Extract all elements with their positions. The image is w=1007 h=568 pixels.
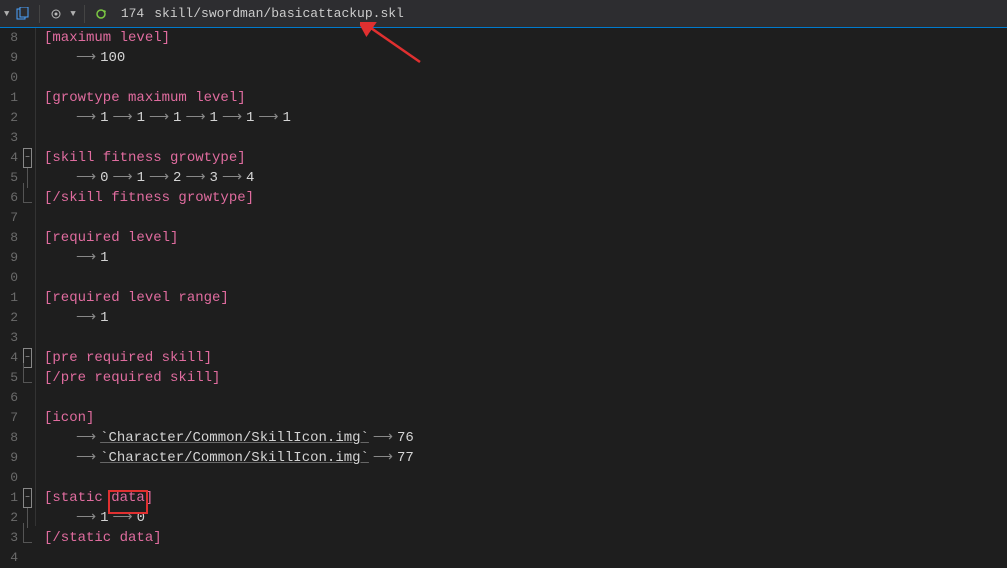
fold-marker: [20, 288, 35, 308]
settings-icon[interactable]: [48, 6, 64, 22]
arrow-icon: ⟶: [222, 170, 242, 186]
value: 1: [100, 110, 108, 126]
arrow-icon: ⟶: [76, 510, 96, 526]
toolbar-separator: [84, 5, 85, 23]
tag: [required level]: [44, 230, 178, 246]
arrow-icon: ⟶: [222, 110, 242, 126]
arrow-icon: ⟶: [76, 170, 96, 186]
fold-marker: [20, 408, 35, 428]
fold-marker: [20, 328, 35, 348]
line-gutter: 890123456789012345678901234: [0, 28, 20, 526]
fold-marker: [20, 48, 35, 68]
toolbar: ▼ ▼ 174 skill/swordman/basicattackup.skl: [0, 0, 1007, 28]
fold-marker: [20, 228, 35, 248]
value: 3: [210, 170, 218, 186]
arrow-icon: ⟶: [76, 50, 96, 66]
value: 2: [173, 170, 181, 186]
fold-marker: [20, 388, 35, 408]
value: 0: [137, 510, 145, 526]
fold-marker: [20, 208, 35, 228]
tag: [pre required skill]: [44, 350, 212, 366]
line-number: 174: [121, 6, 144, 21]
arrow-icon: ⟶: [373, 430, 393, 446]
arrow-icon: ⟶: [76, 250, 96, 266]
fold-marker: [20, 268, 35, 288]
code-area[interactable]: [maximum level] ⟶100 [growtype maximum l…: [36, 28, 1007, 526]
value: 76: [397, 430, 414, 446]
value: 1: [210, 110, 218, 126]
editor[interactable]: 890123456789012345678901234 −−− [maximum…: [0, 28, 1007, 526]
fold-marker: [20, 528, 35, 548]
fold-marker: [20, 68, 35, 88]
fold-marker: [20, 448, 35, 468]
tag: [required level range]: [44, 290, 229, 306]
tag: [/pre required skill]: [44, 370, 220, 386]
fold-marker: [20, 108, 35, 128]
fold-marker: [20, 548, 35, 568]
fold-marker: [20, 368, 35, 388]
value: 0: [100, 170, 108, 186]
tag: [growtype maximum level]: [44, 90, 246, 106]
toolbar-separator: [39, 5, 40, 23]
arrow-icon: ⟶: [76, 430, 96, 446]
fold-marker: [20, 428, 35, 448]
fold-marker: [20, 248, 35, 268]
arrow-icon: ⟶: [149, 170, 169, 186]
value: 100: [100, 50, 125, 66]
icon-path: `Character/Common/SkillIcon.img`: [100, 430, 369, 446]
value: 1: [137, 110, 145, 126]
tag: [skill fitness growtype]: [44, 150, 246, 166]
tag: [static data]: [44, 490, 153, 506]
value: 1: [283, 110, 291, 126]
value: 1: [100, 310, 108, 326]
fold-marker: [20, 28, 35, 48]
arrow-icon: ⟶: [149, 110, 169, 126]
fold-marker[interactable]: −: [20, 488, 35, 508]
fold-marker: [20, 468, 35, 488]
tag: [/skill fitness growtype]: [44, 190, 254, 206]
arrow-icon: ⟶: [373, 450, 393, 466]
value: 1: [100, 250, 108, 266]
arrow-icon: ⟶: [112, 510, 132, 526]
value: 77: [397, 450, 414, 466]
tag: [/static data]: [44, 530, 162, 546]
dropdown-arrow-icon[interactable]: ▼: [70, 9, 75, 19]
fold-marker: [20, 188, 35, 208]
arrow-icon: ⟶: [258, 110, 278, 126]
arrow-icon: ⟶: [185, 110, 205, 126]
icon-path: `Character/Common/SkillIcon.img`: [100, 450, 369, 466]
sync-icon[interactable]: [93, 6, 109, 22]
arrow-icon: ⟶: [76, 110, 96, 126]
fold-marker: [20, 128, 35, 148]
arrow-icon: ⟶: [76, 450, 96, 466]
file-path[interactable]: skill/swordman/basicattackup.skl: [154, 6, 404, 21]
dropdown-arrow-icon[interactable]: ▼: [4, 9, 9, 19]
copy-icon[interactable]: [15, 6, 31, 22]
value: 1: [137, 170, 145, 186]
arrow-icon: ⟶: [76, 310, 96, 326]
arrow-icon: ⟶: [112, 170, 132, 186]
fold-marker: [20, 88, 35, 108]
arrow-icon: ⟶: [112, 110, 132, 126]
tag: [maximum level]: [44, 30, 170, 46]
tag: [icon]: [44, 410, 94, 426]
fold-gutter: −−−: [20, 28, 36, 526]
fold-marker: [20, 308, 35, 328]
value: 1: [100, 510, 108, 526]
fold-marker[interactable]: −: [20, 148, 35, 168]
arrow-icon: ⟶: [185, 170, 205, 186]
value: 4: [246, 170, 254, 186]
value: 1: [173, 110, 181, 126]
value: 1: [246, 110, 254, 126]
